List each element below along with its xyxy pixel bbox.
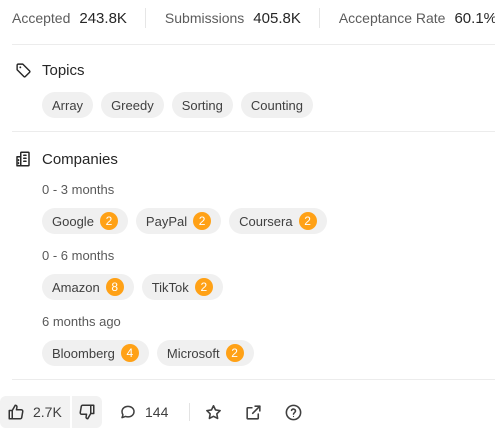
- thumbs-down-icon: [78, 403, 96, 421]
- company-tag[interactable]: Microsoft 2: [156, 340, 254, 366]
- company-tag[interactable]: TikTok 2: [141, 274, 223, 300]
- stat-label: Submissions: [164, 10, 245, 26]
- topics-title: Topics: [42, 61, 85, 79]
- section-divider: [12, 379, 495, 380]
- topic-tag[interactable]: Counting: [240, 92, 313, 118]
- time-range-label: 6 months ago: [42, 314, 121, 329]
- comment-count: 144: [145, 404, 169, 420]
- like-button[interactable]: 2.7K: [0, 396, 70, 428]
- stats-bar: Accepted 243.8K Submissions 405.8K Accep…: [12, 0, 495, 36]
- comment-icon: [119, 403, 137, 421]
- help-button[interactable]: [284, 396, 303, 428]
- company-count-badge: 2: [194, 278, 213, 296]
- time-range-label: 0 - 3 months: [42, 182, 115, 197]
- company-count-badge: 2: [193, 212, 212, 230]
- tag-icon: [14, 61, 32, 79]
- stat-acceptance-rate: Acceptance Rate 60.1%: [339, 10, 495, 27]
- topic-tag[interactable]: Sorting: [171, 92, 233, 118]
- share-icon: [244, 403, 263, 422]
- company-name: Coursera: [239, 213, 293, 229]
- building-icon: [14, 150, 32, 168]
- companies-title: Companies: [42, 150, 118, 168]
- stat-value: 60.1%: [454, 9, 495, 27]
- company-count-badge: 4: [120, 344, 139, 362]
- topic-tags: Array Greedy Sorting Counting: [42, 92, 313, 118]
- company-tag[interactable]: PayPal 2: [135, 208, 222, 234]
- stat-label: Accepted: [12, 10, 71, 26]
- company-name: Microsoft: [166, 345, 220, 361]
- company-tag[interactable]: Bloomberg 4: [42, 340, 149, 366]
- time-range-label: 0 - 6 months: [42, 248, 115, 263]
- stat-accepted: Accepted 243.8K: [12, 10, 127, 27]
- star-icon: [204, 403, 223, 422]
- dislike-button[interactable]: [69, 396, 102, 428]
- stat-value: 405.8K: [253, 9, 301, 27]
- comments-button[interactable]: 144: [119, 396, 168, 428]
- company-count-badge: 2: [99, 212, 118, 230]
- topics-header[interactable]: Topics: [14, 61, 85, 79]
- topic-tag[interactable]: Array: [42, 92, 94, 118]
- favorite-button[interactable]: [204, 396, 223, 428]
- companies-header[interactable]: Companies: [14, 150, 118, 168]
- topic-tag[interactable]: Greedy: [101, 92, 164, 118]
- company-count-badge: 2: [225, 344, 244, 362]
- help-icon: [284, 403, 303, 422]
- company-tag[interactable]: Google 2: [42, 208, 128, 234]
- company-name: Bloomberg: [52, 345, 115, 361]
- action-bar: 2.7K 144: [0, 396, 495, 428]
- company-name: Google: [52, 213, 94, 229]
- section-divider: [12, 131, 495, 132]
- stat-label: Acceptance Rate: [338, 10, 446, 26]
- company-name: PayPal: [145, 213, 188, 229]
- stat-submissions: Submissions 405.8K: [165, 10, 301, 27]
- company-tag[interactable]: Amazon 8: [42, 274, 134, 300]
- company-count-badge: 8: [105, 278, 124, 296]
- company-name: Amazon: [52, 279, 100, 295]
- company-tags: Google 2 PayPal 2 Coursera 2: [42, 208, 327, 234]
- company-tags: Amazon 8 TikTok 2: [42, 274, 223, 300]
- vote-group: 2.7K: [0, 396, 102, 428]
- company-count-badge: 2: [298, 212, 317, 230]
- stat-value: 243.8K: [79, 9, 127, 27]
- company-tags: Bloomberg 4 Microsoft 2: [42, 340, 254, 366]
- stat-divider: [318, 8, 320, 28]
- like-count: 2.7K: [33, 404, 62, 420]
- section-divider: [12, 44, 495, 45]
- company-name: TikTok: [151, 279, 189, 295]
- share-button[interactable]: [244, 396, 263, 428]
- company-tag[interactable]: Coursera 2: [229, 208, 327, 234]
- stat-divider: [144, 8, 146, 28]
- thumbs-up-icon: [7, 403, 25, 421]
- action-divider: [189, 403, 190, 421]
